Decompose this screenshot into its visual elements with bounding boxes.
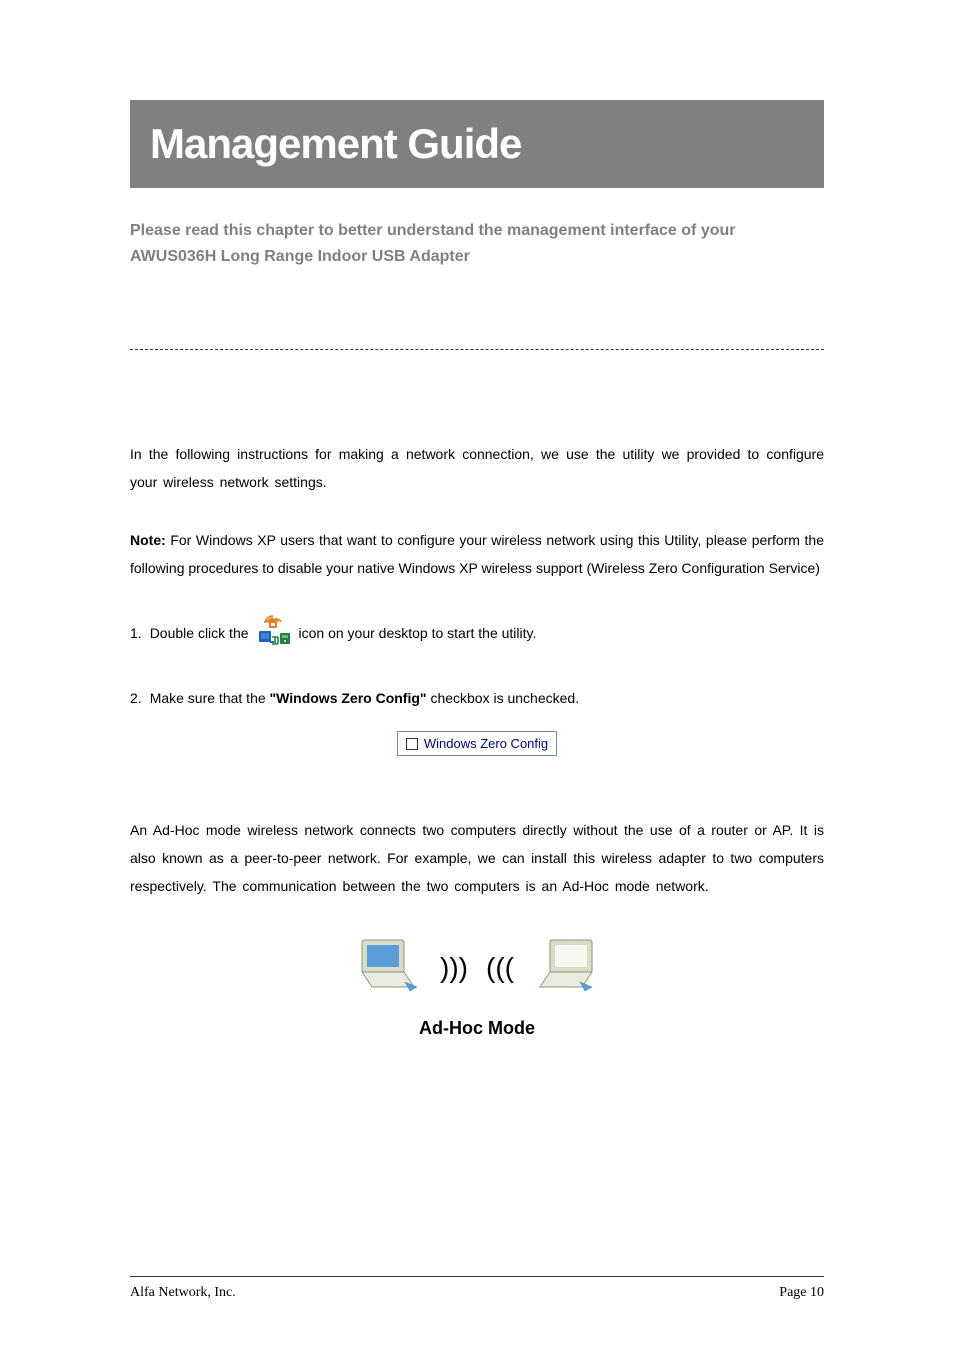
step-2: 2. Make sure that the "Windows Zero Conf… (130, 685, 824, 712)
step-1-number: 1. (130, 620, 142, 647)
wireless-utility-icon (255, 612, 293, 655)
step-2-before: Make sure that the (150, 690, 270, 706)
checkbox-label: Windows Zero Config (424, 736, 548, 751)
checkbox-container: Windows Zero Config (397, 731, 557, 756)
subtitle-text: Please read this chapter to better under… (130, 218, 824, 269)
step-1-after: icon on your desktop to start the utilit… (299, 620, 537, 647)
footer-company: Alfa Network, Inc. (130, 1285, 236, 1301)
page-footer: Alfa Network, Inc. Page 10 (130, 1276, 824, 1301)
signal-left-icon: ((( (486, 952, 514, 984)
page-content: Management Guide Please read this chapte… (0, 0, 954, 1099)
intro-paragraph: In the following instructions for making… (130, 440, 824, 496)
checkbox-figure: Windows Zero Config (130, 731, 824, 756)
adhoc-caption: Ad-Hoc Mode (130, 1018, 824, 1039)
note-text: For Windows XP users that want to config… (130, 532, 824, 576)
signal-right-icon: ))) (440, 952, 468, 984)
checkbox-input[interactable] (406, 738, 418, 750)
adhoc-figure: ))) ((( Ad-Hoc Mode (130, 935, 824, 1039)
computer-right-icon (532, 935, 602, 1000)
step-2-number: 2. (130, 685, 142, 712)
page-title: Management Guide (150, 120, 804, 168)
computer-left-icon (352, 935, 422, 1000)
step-2-quoted: "Windows Zero Config" (270, 690, 427, 706)
step-1-before: Double click the (150, 620, 249, 647)
adhoc-paragraph: An Ad-Hoc mode wireless network connects… (130, 816, 824, 900)
note-paragraph: Note: For Windows XP users that want to … (130, 526, 824, 582)
divider-dashed (130, 349, 824, 350)
step-1: 1. Double click the icon on your desktop… (130, 612, 824, 655)
footer-page: Page 10 (779, 1285, 824, 1301)
title-bar: Management Guide (130, 100, 824, 188)
adhoc-diagram: ))) ((( (130, 935, 824, 1000)
step-2-after: checkbox is unchecked. (427, 690, 580, 706)
note-label: Note: (130, 532, 166, 548)
